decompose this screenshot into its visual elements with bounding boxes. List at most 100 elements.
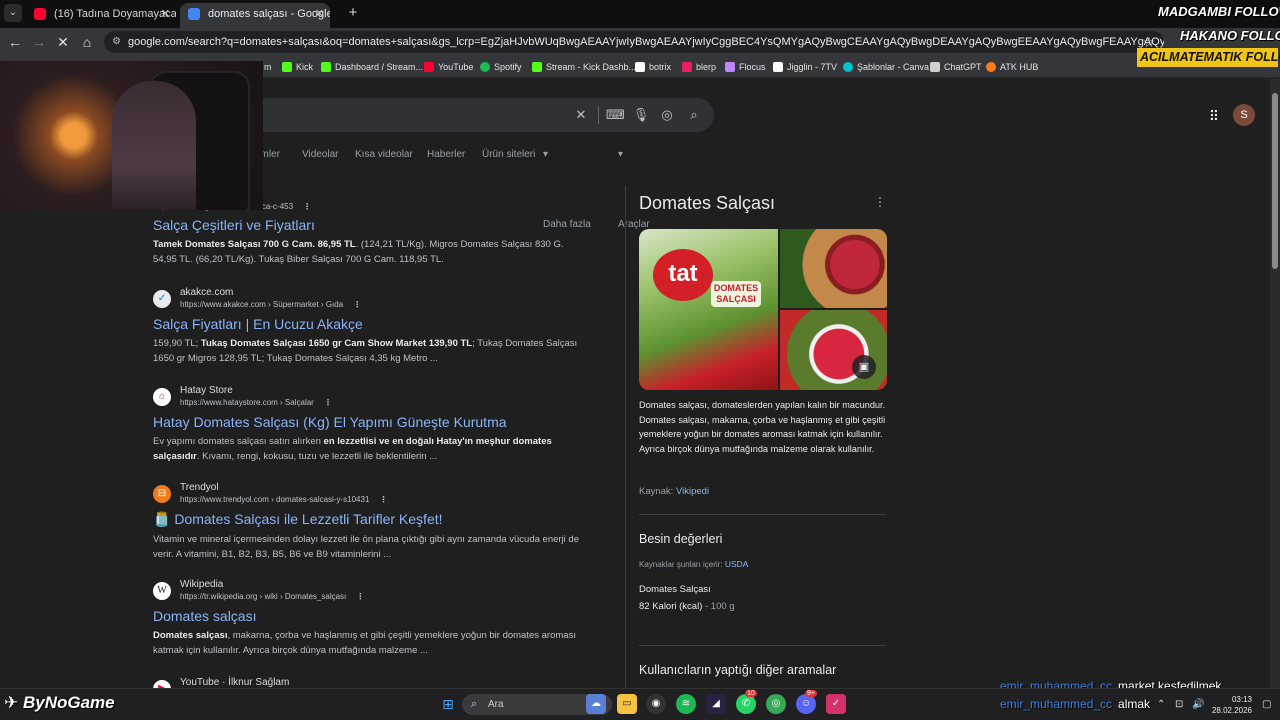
result-url: https://www.hataystore.com › Salçalar ⋮ — [180, 398, 332, 407]
network-icon[interactable]: ⊡ — [1175, 699, 1183, 710]
close-icon[interactable]: ✕ — [161, 3, 170, 25]
filter-tab[interactable]: Videolar — [302, 149, 339, 160]
home-icon[interactable]: ⌂ — [78, 33, 96, 51]
chat-message: emir_muhammed_cc almak — [1000, 697, 1151, 711]
tomato-paste-plate-image[interactable] — [780, 229, 887, 308]
tab-youtube[interactable]: (16) Tadına Doyamayacağınız Ta ✕ — [26, 3, 176, 28]
search-icon: ⌕ — [471, 698, 478, 710]
result-url: https://www.trendyol.com › domates-salca… — [180, 495, 388, 504]
result-site-name: Wikipedia — [180, 579, 224, 590]
result-title-link[interactable]: 🫙 Domates Salçası ile Lezzetli Tarifler … — [153, 511, 593, 528]
stop-loading-icon[interactable]: ✕ — [54, 33, 72, 51]
tray-chevron-icon[interactable]: ⌃ — [1157, 699, 1165, 710]
more-options-icon[interactable]: ⋮ — [379, 495, 387, 504]
bookmark-item[interactable]: ChatGPT — [930, 59, 982, 75]
more-options-icon[interactable]: ⋮ — [356, 592, 364, 601]
result-title-link[interactable]: Salça Çeşitleri ve Fiyatları — [153, 217, 593, 233]
tomato-paste-bowl-image[interactable] — [780, 310, 887, 390]
food-name: Domates Salçası — [639, 584, 711, 595]
windows-start-icon[interactable]: ⊞ — [438, 694, 458, 714]
result-source[interactable]: ⊟ Trendyol https://www.trendyol.com › do… — [153, 482, 593, 508]
google-icon — [188, 8, 200, 20]
google-apps-icon[interactable]: ⠿ — [1205, 107, 1223, 125]
lens-camera-icon[interactable]: ◎ — [658, 106, 676, 124]
usda-link[interactable]: USDA — [725, 559, 749, 569]
filter-tab[interactable]: Ürün siteleri — [482, 149, 535, 160]
search-icon[interactable]: ⌕ — [685, 106, 703, 124]
microphone-icon[interactable]: 🎙 — [632, 106, 650, 124]
result-source[interactable]: ⌂ Hatay Store https://www.hataystore.com… — [153, 385, 593, 411]
discord-icon[interactable]: ☺ — [796, 694, 816, 714]
clear-search-icon[interactable]: ✕ — [572, 106, 590, 124]
back-icon[interactable]: ← — [6, 33, 24, 51]
nutrition-heading: Besin değerleri — [639, 532, 723, 546]
chrome-icon[interactable]: ◎ — [766, 694, 786, 714]
bookmark-item[interactable]: blerp — [682, 59, 716, 75]
knowledge-panel-images[interactable]: tat DOMATES SALÇASI ▣ — [639, 229, 887, 390]
tab-search-button[interactable]: ⌄ — [4, 4, 22, 22]
avatar[interactable]: S — [1233, 104, 1255, 126]
more-options-icon[interactable]: ⋮ — [874, 195, 886, 209]
result-snippet: Ev yapımı domates salçası satın alırken … — [153, 436, 552, 462]
whatsapp-icon[interactable]: ✆ — [736, 694, 756, 714]
address-bar[interactable]: ⚙ google.com/search?q=domates+salçası&oq… — [104, 31, 1164, 53]
result-source[interactable]: ✓ akakce.com https://www.akakce.com › Sü… — [153, 287, 593, 313]
bookmark-item[interactable]: botrix — [635, 59, 671, 75]
image-gallery-icon[interactable]: ▣ — [852, 355, 876, 379]
forward-icon[interactable]: → — [30, 33, 48, 51]
new-tab-button[interactable]: + — [344, 4, 362, 22]
panel-divider — [625, 186, 626, 720]
result-title-link[interactable]: Hatay Domates Salçası (Kg) El Yapımı Gün… — [153, 414, 593, 430]
bookmark-item[interactable]: Flocus — [725, 59, 766, 75]
kick-icon — [532, 62, 542, 72]
app-icon[interactable]: ◢ — [706, 694, 726, 714]
search-result: ✓ akakce.com https://www.akakce.com › Sü… — [153, 287, 593, 366]
tomato-paste-can-image[interactable]: tat DOMATES SALÇASI — [639, 229, 778, 390]
bookmark-item[interactable]: Jigglin - 7TV — [773, 59, 837, 75]
obs-icon[interactable]: ◉ — [646, 694, 666, 714]
bookmark-item[interactable]: Spotify — [480, 59, 522, 75]
taskbar-clock[interactable]: 03:13 28.02.2026 — [1210, 694, 1252, 716]
close-icon[interactable]: ✕ — [315, 3, 324, 25]
file-explorer-icon[interactable]: ▭ — [617, 694, 637, 714]
page-scrollbar[interactable] — [1270, 79, 1280, 720]
tat-logo: tat — [653, 249, 713, 301]
app-icon[interactable]: ✓ — [826, 694, 846, 714]
tab-strip: ⌄ (16) Tadına Doyamayacağınız Ta ✕ domat… — [0, 0, 1280, 28]
filter-tools[interactable]: Araçlar ▾ — [618, 149, 650, 230]
follow-overlay: MADGAMBI FOLLOW — [1158, 4, 1280, 19]
filter-tab[interactable]: Kısa videolar — [355, 149, 413, 160]
result-source[interactable]: W Wikipedia https://tr.wikipedia.org › w… — [153, 579, 593, 605]
spotify-icon[interactable]: ≋ — [676, 694, 696, 714]
bookmark-item[interactable]: Kick — [282, 59, 313, 75]
knowledge-panel-title: Domates Salçası — [639, 193, 776, 213]
bookmark-item[interactable]: Stream - Kick Dashb... — [532, 59, 636, 75]
bynogame-logo: ✈ ByNoGame — [4, 693, 115, 712]
follow-overlay-highlight: ACILMATEMATIK FOLLOW — [1137, 48, 1280, 67]
bookmark-item[interactable]: Şablonlar - Canva — [843, 59, 929, 75]
source-link[interactable]: Vikipedi — [676, 486, 709, 497]
more-options-icon[interactable]: ⋮ — [324, 398, 332, 407]
knowledge-panel-description: Domates salçası, domateslerden yapılan k… — [639, 400, 886, 454]
result-title-link[interactable]: Salça Fiyatları | En Ucuzu Akakçe — [153, 316, 593, 332]
bookmark-item[interactable]: YouTube — [424, 59, 473, 75]
scrollbar-thumb[interactable] — [1272, 93, 1278, 269]
hatay-store-icon: ⌂ — [153, 388, 171, 406]
site-info-icon[interactable]: ⚙ — [112, 31, 121, 53]
result-snippet: Domates salçası, makarna, çorba ve haşla… — [153, 630, 576, 656]
result-title-link[interactable]: Domates salçası — [153, 608, 593, 624]
notifications-icon[interactable]: ▢ — [1262, 699, 1271, 710]
more-options-icon[interactable]: ⋮ — [303, 202, 311, 211]
filter-more[interactable]: Daha fazla ▾ — [543, 149, 591, 230]
more-options-icon[interactable]: ⋮ — [353, 300, 361, 309]
bookmark-item[interactable]: Dashboard / Stream... — [321, 59, 423, 75]
keyboard-icon[interactable]: ⌨ — [606, 106, 625, 124]
divider — [598, 106, 599, 124]
filter-tab[interactable]: Haberler — [427, 149, 465, 160]
botrix-icon — [635, 62, 645, 72]
widgets-icon[interactable]: ☁ — [586, 694, 606, 714]
bookmark-item[interactable]: ATK HUB — [986, 59, 1038, 75]
volume-icon[interactable]: 🔊 — [1192, 699, 1204, 710]
tab-google-search[interactable]: domates salçası - Google'da Ar ✕ — [180, 3, 330, 28]
follow-overlay: HAKANO FOLLOW — [1180, 28, 1280, 43]
